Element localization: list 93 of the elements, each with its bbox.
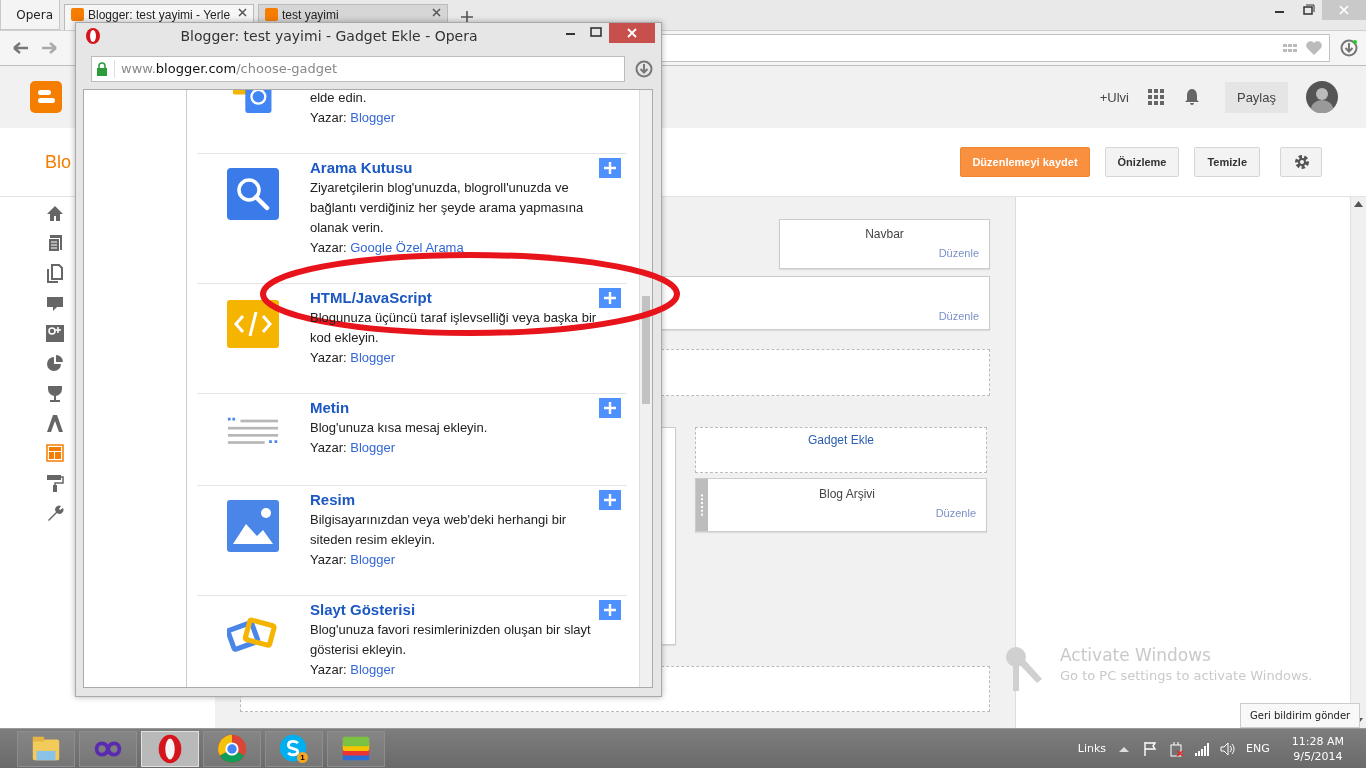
gadget-author: Yazar: Google Özel Arama bbox=[310, 239, 465, 257]
search-icon bbox=[227, 168, 279, 220]
add-button[interactable] bbox=[599, 398, 621, 418]
links-toolbar-label[interactable]: Links bbox=[1077, 742, 1107, 755]
widget-title: Navbar bbox=[865, 227, 904, 241]
apps-grid-icon[interactable] bbox=[1146, 88, 1165, 106]
notification-badge: 1 bbox=[297, 751, 308, 763]
gadget-author: Yazar: Blogger bbox=[310, 439, 397, 457]
blogger-icon bbox=[71, 8, 84, 21]
plus-icon bbox=[603, 603, 617, 617]
download-icon[interactable] bbox=[635, 59, 653, 78]
add-gadget-slot[interactable]: Gadget Ekle bbox=[695, 427, 987, 473]
plus-icon bbox=[603, 493, 617, 507]
language-indicator[interactable]: ENG bbox=[1246, 742, 1270, 755]
lock-icon bbox=[96, 61, 108, 76]
url-text: www.blogger.com/choose-gadget bbox=[121, 61, 338, 76]
avatar-icon[interactable] bbox=[1306, 81, 1338, 113]
gadget-description: Blog'unuza favori resimlerinizden oluşan bir slayt gösterisi ekleyin. bbox=[310, 621, 592, 659]
signal-icon[interactable] bbox=[1194, 740, 1211, 757]
action-button[interactable]: Önizleme bbox=[1104, 147, 1180, 177]
clock[interactable]: 11:28 AM 9/5/2014 bbox=[1291, 734, 1344, 763]
gadget-description: Bilgisayarınızdan veya web'deki herhangi bir siteden resim ekleyin. bbox=[310, 511, 568, 549]
opera-icon bbox=[85, 26, 101, 45]
taskbar-app[interactable] bbox=[17, 730, 75, 767]
author-link[interactable]: Blogger bbox=[350, 662, 396, 677]
feedback-button[interactable]: Geri bildirim gönder bbox=[1240, 703, 1361, 728]
speaker-icon[interactable] bbox=[1220, 740, 1237, 757]
pages-nav-icon[interactable] bbox=[45, 263, 65, 283]
share-button[interactable]: Paylaş bbox=[1224, 81, 1288, 113]
campaigns-nav-icon[interactable] bbox=[45, 413, 65, 433]
back-icon[interactable] bbox=[12, 41, 30, 55]
scrollbar[interactable] bbox=[639, 90, 652, 687]
author-link[interactable]: Blogger bbox=[350, 440, 396, 455]
blogger-logo-icon[interactable] bbox=[30, 81, 62, 113]
close-icon[interactable] bbox=[609, 23, 655, 43]
new-tab-icon[interactable] bbox=[460, 10, 474, 24]
gadget-author: Yazar: Blogger bbox=[310, 551, 397, 569]
plus-icon bbox=[603, 161, 617, 175]
taskbar-app[interactable] bbox=[203, 730, 261, 767]
gadget-description: elde edin. bbox=[310, 90, 368, 107]
gadget-title[interactable]: Arama Kutusu bbox=[310, 158, 599, 178]
close-icon[interactable] bbox=[238, 8, 247, 17]
power-icon[interactable] bbox=[1168, 740, 1185, 757]
taskbar-app[interactable] bbox=[327, 730, 385, 767]
earnings-nav-icon[interactable] bbox=[45, 383, 65, 403]
window-title: Blogger: test yayimi - Gadget Ekle - Opera bbox=[179, 27, 479, 44]
author-link[interactable]: Blogger bbox=[350, 552, 396, 567]
gadget-author: Yazar: Blogger bbox=[310, 661, 397, 679]
stats-nav-icon[interactable] bbox=[45, 353, 65, 373]
close-icon[interactable] bbox=[432, 8, 441, 17]
address-field[interactable]: www.blogger.com/choose-gadget bbox=[91, 55, 625, 82]
author-link[interactable]: Blogger bbox=[350, 110, 396, 125]
gadget-title[interactable]: Metin bbox=[310, 398, 599, 418]
add-button[interactable] bbox=[599, 490, 621, 510]
settings-icon bbox=[1293, 153, 1309, 171]
plus-icon bbox=[603, 401, 617, 415]
gadget-author: Yazar: Blogger bbox=[310, 109, 397, 127]
code-icon bbox=[227, 298, 279, 350]
gadget-description: Blog'unuza kısa mesaj ekleyin. bbox=[310, 419, 489, 437]
gadget-description: Blogunuza üçüncü taraf işlevselliği veya başka bir kod ekleyin. bbox=[310, 309, 598, 347]
gadget-description: Ziyaretçilerin blog'unuzda, blogroll'unuzda ve bağlantı verdiğiniz her şeyde arama yapmasına olanak verin. bbox=[310, 179, 585, 237]
taskbar-app[interactable]: 1 bbox=[265, 730, 323, 767]
edit-link[interactable]: Düzenle bbox=[938, 247, 979, 259]
image-icon bbox=[227, 500, 279, 552]
flag-icon[interactable] bbox=[1142, 740, 1159, 757]
add-button[interactable] bbox=[599, 288, 621, 308]
template-nav-icon[interactable] bbox=[45, 473, 65, 493]
gplus-nav-icon[interactable] bbox=[45, 323, 65, 343]
add-button[interactable] bbox=[599, 600, 621, 620]
scroll-thumb[interactable] bbox=[642, 296, 650, 404]
widget-title: Blog Arşivi bbox=[819, 487, 875, 501]
gadget-title[interactable]: Slayt Gösterisi bbox=[310, 600, 599, 620]
opera-menu-button[interactable]: Opera bbox=[0, 0, 60, 30]
taskbar-app[interactable] bbox=[79, 730, 137, 767]
edit-link[interactable]: Düzenle bbox=[938, 310, 979, 322]
plus-icon bbox=[603, 291, 617, 305]
scroll-up-icon[interactable] bbox=[1354, 201, 1363, 207]
author-link[interactable]: Blogger bbox=[350, 350, 396, 365]
settings-button[interactable] bbox=[1280, 147, 1322, 177]
blogger-icon bbox=[265, 8, 278, 21]
add-button[interactable] bbox=[599, 158, 621, 178]
action-button[interactable]: Temizle bbox=[1194, 147, 1260, 177]
edit-link[interactable]: Düzenle bbox=[935, 507, 976, 519]
gadget-author: Yazar: Blogger bbox=[310, 349, 397, 367]
download-icon[interactable] bbox=[1340, 39, 1358, 57]
scrollbar[interactable] bbox=[1350, 197, 1366, 728]
layout-nav-icon[interactable] bbox=[45, 443, 65, 463]
gadget-title[interactable]: Resim bbox=[310, 490, 599, 510]
account-link[interactable]: +Ulvi bbox=[1099, 89, 1129, 105]
home-nav-icon[interactable] bbox=[45, 203, 65, 223]
gadget-title[interactable]: HTML/JavaScript bbox=[310, 288, 599, 308]
author-link[interactable]: Google Özel Arama bbox=[350, 240, 464, 255]
add-gadget-link[interactable]: Gadget Ekle bbox=[807, 433, 874, 472]
